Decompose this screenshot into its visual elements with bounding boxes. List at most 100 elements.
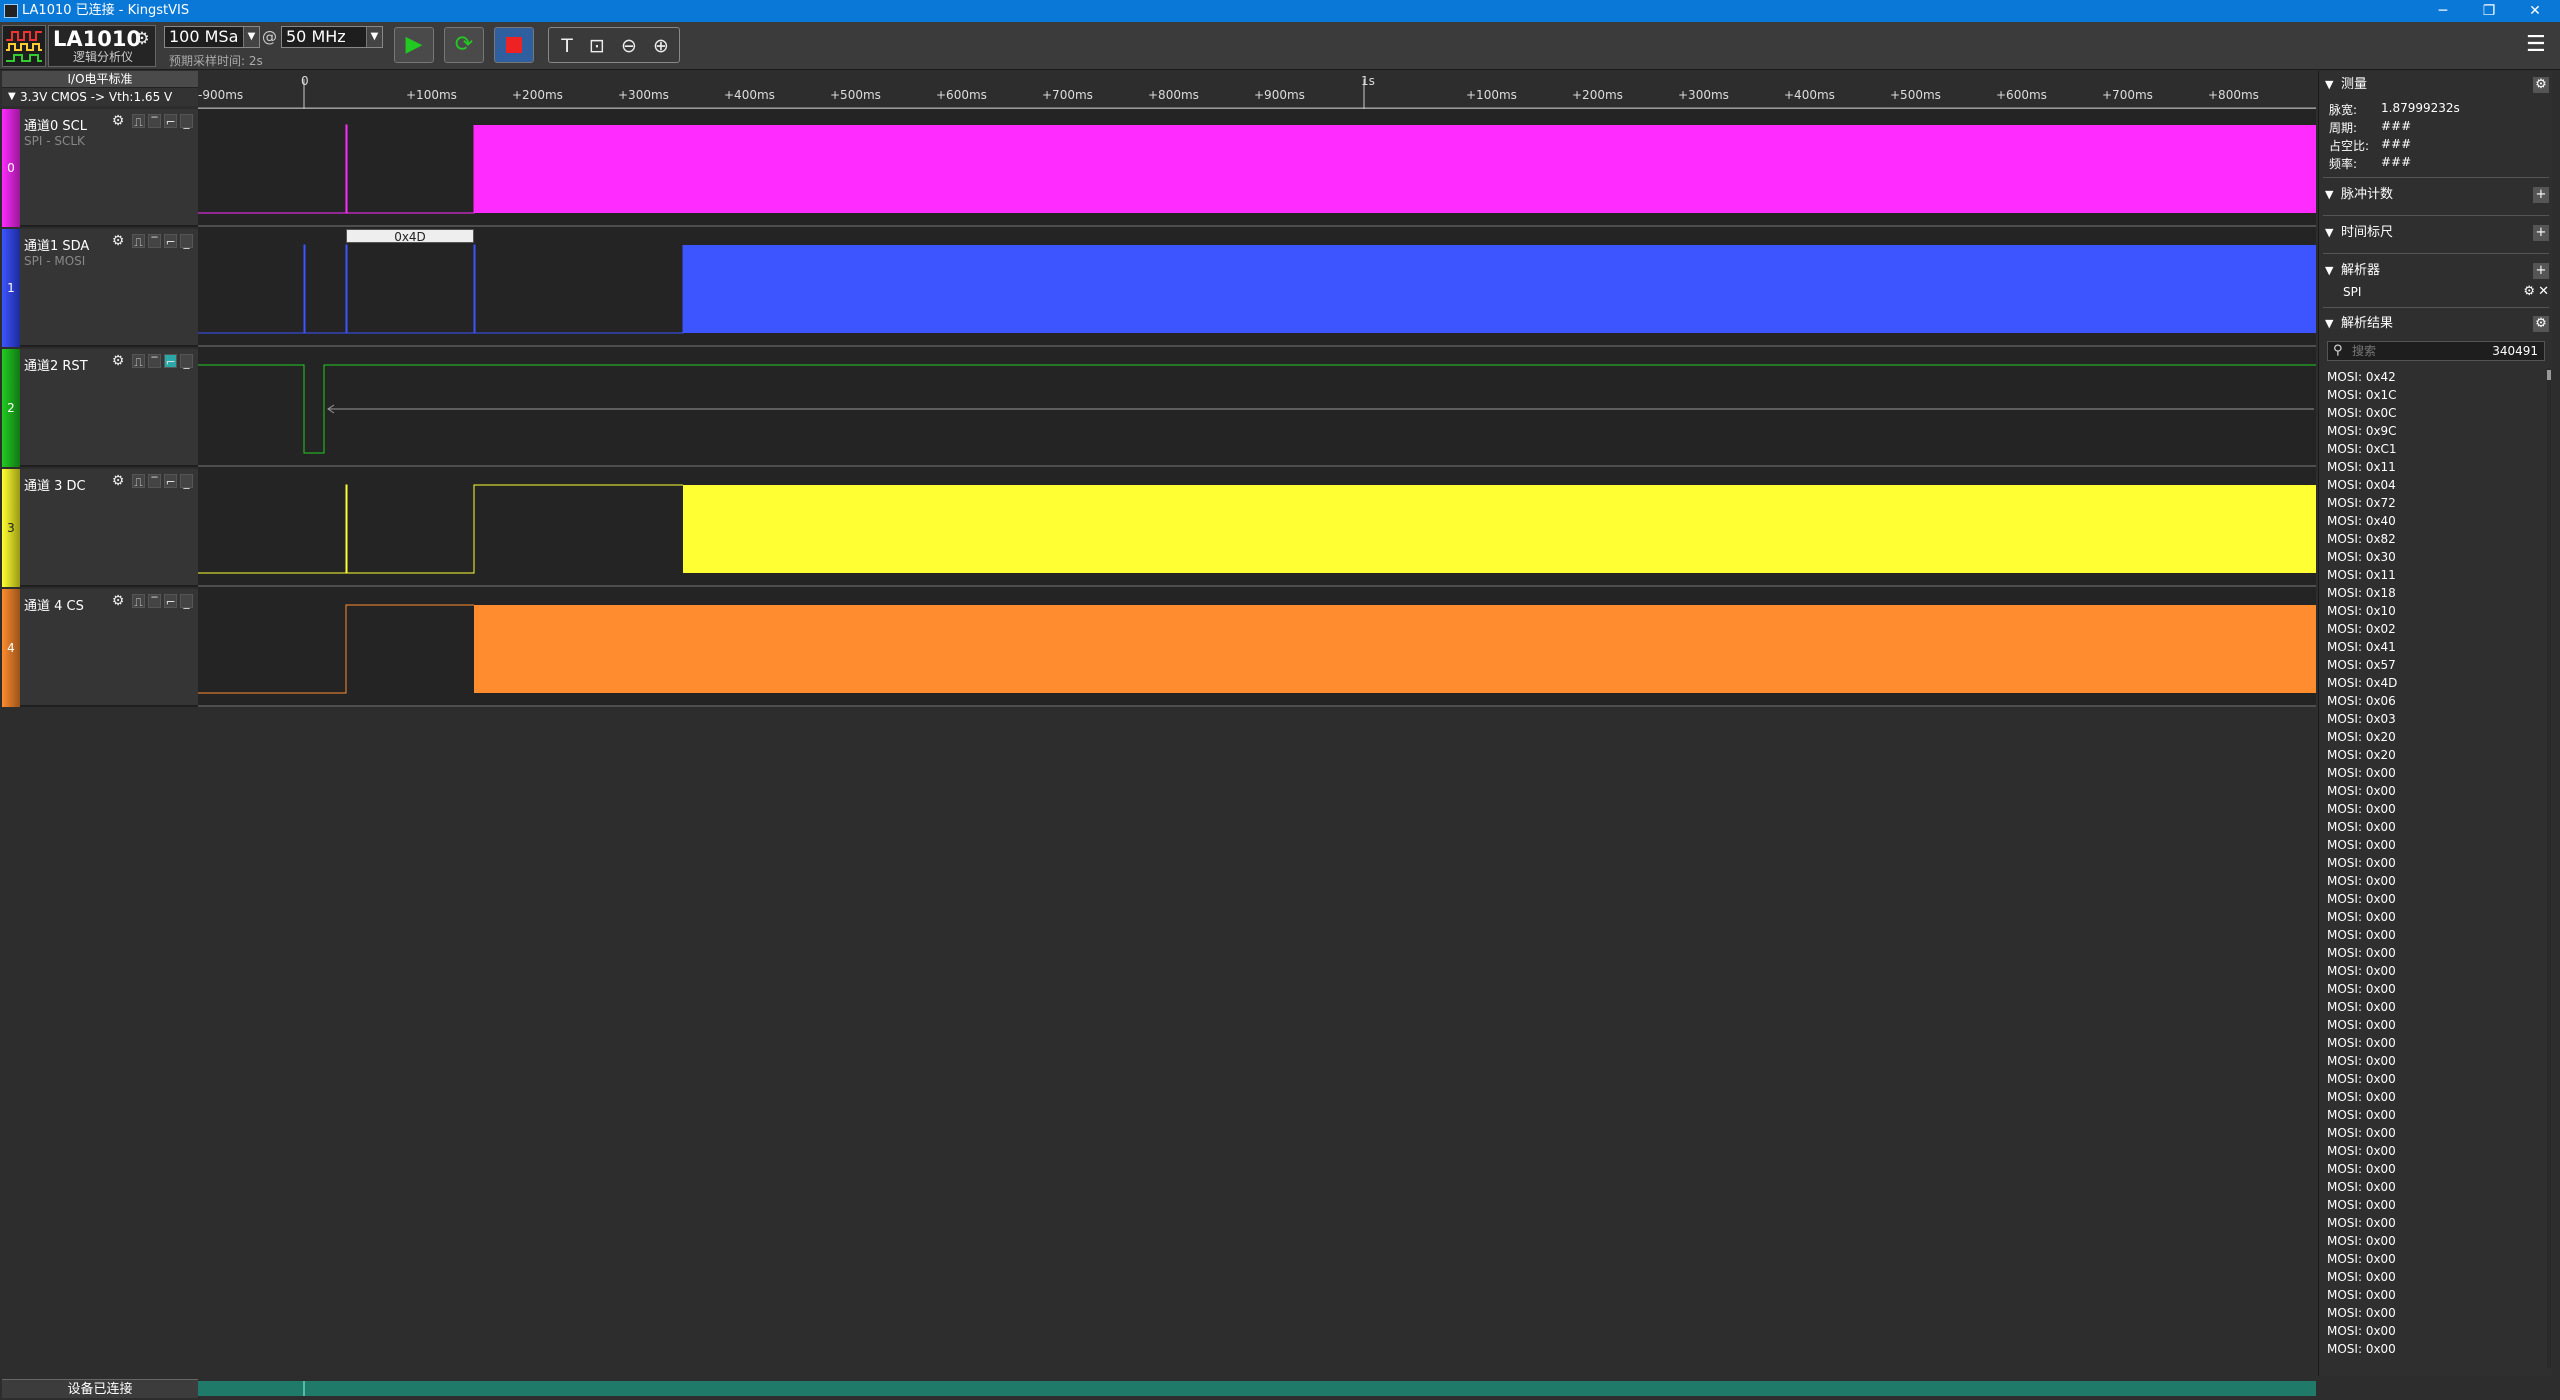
result-item[interactable]: MOSI: 0x00 — [2325, 854, 2545, 872]
result-item[interactable]: MOSI: 0x03 — [2325, 710, 2545, 728]
result-item[interactable]: MOSI: 0x02 — [2325, 620, 2545, 638]
result-item[interactable]: MOSI: 0x00 — [2325, 1052, 2545, 1070]
result-item[interactable]: MOSI: 0x1C — [2325, 386, 2545, 404]
start-button[interactable]: ▶ — [394, 27, 434, 63]
device-settings-gear-icon[interactable]: ⚙ — [132, 29, 152, 49]
close-icon[interactable]: ✕ — [2538, 282, 2549, 302]
time-ruler[interactable]: -900ms 0 +100ms +200ms +300ms +400ms +50… — [198, 71, 2316, 109]
result-item[interactable]: MOSI: 0x00 — [2325, 1214, 2545, 1232]
zoom-in-icon[interactable]: ⊕ — [647, 32, 675, 60]
high-level-trigger-icon[interactable]: ‾ — [148, 114, 161, 129]
high-level-trigger-icon[interactable]: ‾ — [148, 474, 161, 489]
gear-icon[interactable]: ⚙ — [2533, 77, 2549, 93]
results-search-input[interactable]: ⚲ 搜索 340491 — [2327, 341, 2545, 361]
channel-3-header[interactable]: 3 通道 3 DC ⚙ ⎍ ‾ ⌐ _ — [2, 469, 198, 587]
results-section-header[interactable]: ▼ 解析结果 ⚙ — [2319, 314, 2553, 334]
zoom-out-icon[interactable]: ⊖ — [615, 32, 643, 60]
restore-button[interactable]: ❐ — [2466, 0, 2512, 22]
text-tool-icon[interactable]: T — [553, 32, 581, 60]
zoom-region-icon[interactable]: ⊡ — [583, 32, 611, 60]
result-item[interactable]: MOSI: 0x40 — [2325, 512, 2545, 530]
gear-icon[interactable]: ⚙ — [2533, 316, 2549, 332]
result-item[interactable]: MOSI: 0x42 — [2325, 368, 2545, 386]
scrollbar-thumb[interactable] — [2547, 370, 2551, 380]
pulse-count-section-header[interactable]: ▼ 脉冲计数 + — [2319, 185, 2553, 205]
falling-edge-trigger-icon[interactable]: ⌐ — [164, 114, 177, 129]
minimize-button[interactable]: ─ — [2420, 0, 2466, 22]
channel-4-header[interactable]: 4 通道 4 CS ⚙ ⎍ ‾ ⌐ _ — [2, 589, 198, 707]
result-item[interactable]: MOSI: 0x11 — [2325, 458, 2545, 476]
result-item[interactable]: MOSI: 0x72 — [2325, 494, 2545, 512]
result-item[interactable]: MOSI: 0x0C — [2325, 404, 2545, 422]
channel-2-header[interactable]: 2 通道2 RST ⚙ ⎍ ‾ ⌐ _ — [2, 349, 198, 467]
channel-name[interactable]: 通道1 SDA — [24, 235, 89, 254]
repeat-start-button[interactable]: ⟳ — [444, 27, 484, 63]
menu-icon[interactable]: ☰ — [2526, 34, 2548, 56]
result-item[interactable]: MOSI: 0x00 — [2325, 1196, 2545, 1214]
low-level-trigger-icon[interactable]: _ — [180, 354, 193, 369]
result-item[interactable]: MOSI: 0x00 — [2325, 1304, 2545, 1322]
result-item[interactable]: MOSI: 0x00 — [2325, 872, 2545, 890]
result-item[interactable]: MOSI: 0x00 — [2325, 1034, 2545, 1052]
falling-edge-trigger-icon[interactable]: ⌐ — [164, 594, 177, 609]
result-item[interactable]: MOSI: 0x4D — [2325, 674, 2545, 692]
time-marker-section-header[interactable]: ▼ 时间标尺 + — [2319, 223, 2553, 243]
channel-settings-gear-icon[interactable]: ⚙ — [110, 353, 126, 369]
high-level-trigger-icon[interactable]: ‾ — [148, 234, 161, 249]
analyzer-section-header[interactable]: ▼ 解析器 + — [2319, 261, 2553, 281]
result-item[interactable]: MOSI: 0x10 — [2325, 602, 2545, 620]
device-panel[interactable]: LA1010 ⚙ 逻辑分析仪 — [48, 25, 156, 67]
result-item[interactable]: MOSI: 0x20 — [2325, 728, 2545, 746]
falling-edge-trigger-icon[interactable]: ⌐ — [164, 474, 177, 489]
channel-0-header[interactable]: 0 通道0 SCL SPI - SCLK ⚙ ⎍ ‾ ⌐ _ — [2, 109, 198, 227]
low-level-trigger-icon[interactable]: _ — [180, 594, 193, 609]
sample-depth-select[interactable]: 100 MSa ▼ — [164, 26, 260, 48]
high-level-trigger-icon[interactable]: ‾ — [148, 354, 161, 369]
result-item[interactable]: MOSI: 0x9C — [2325, 422, 2545, 440]
result-item[interactable]: MOSI: 0x57 — [2325, 656, 2545, 674]
result-item[interactable]: MOSI: 0x00 — [2325, 1016, 2545, 1034]
result-item[interactable]: MOSI: 0x00 — [2325, 1160, 2545, 1178]
rising-edge-trigger-icon[interactable]: ⎍ — [132, 114, 145, 129]
result-item[interactable]: MOSI: 0x00 — [2325, 818, 2545, 836]
sample-rate-select[interactable]: 50 MHz ▼ — [281, 26, 383, 48]
results-scrollbar[interactable] — [2547, 368, 2551, 1368]
result-item[interactable]: MOSI: 0xC1 — [2325, 440, 2545, 458]
low-level-trigger-icon[interactable]: _ — [180, 234, 193, 249]
result-item[interactable]: MOSI: 0x04 — [2325, 476, 2545, 494]
gear-icon[interactable]: ⚙ — [2523, 282, 2535, 302]
channel-1-header[interactable]: 1 通道1 SDA SPI - MOSI ⚙ ⎍ ‾ ⌐ _ — [2, 229, 198, 347]
result-item[interactable]: MOSI: 0x30 — [2325, 548, 2545, 566]
result-item[interactable]: MOSI: 0x00 — [2325, 908, 2545, 926]
plus-icon[interactable]: + — [2533, 187, 2549, 203]
overview-bar[interactable] — [198, 1381, 2316, 1396]
result-item[interactable]: MOSI: 0x00 — [2325, 1178, 2545, 1196]
result-item[interactable]: MOSI: 0x00 — [2325, 998, 2545, 1016]
plus-icon[interactable]: + — [2533, 225, 2549, 241]
result-item[interactable]: MOSI: 0x00 — [2325, 962, 2545, 980]
result-item[interactable]: MOSI: 0x41 — [2325, 638, 2545, 656]
stop-button[interactable] — [494, 27, 534, 63]
result-item[interactable]: MOSI: 0x00 — [2325, 1124, 2545, 1142]
channel-settings-gear-icon[interactable]: ⚙ — [110, 593, 126, 609]
channel-settings-gear-icon[interactable]: ⚙ — [110, 473, 126, 489]
result-item[interactable]: MOSI: 0x00 — [2325, 890, 2545, 908]
plus-icon[interactable]: + — [2533, 263, 2549, 279]
channel-name[interactable]: 通道2 RST — [24, 355, 88, 374]
channel-name[interactable]: 通道 4 CS — [24, 595, 84, 614]
results-list[interactable]: MOSI: 0x42 MOSI: 0x1C MOSI: 0x0C MOSI: 0x9C… — [2325, 368, 2545, 1368]
close-button[interactable]: ✕ — [2512, 0, 2558, 22]
result-item[interactable]: MOSI: 0x00 — [2325, 944, 2545, 962]
rising-edge-trigger-icon[interactable]: ⎍ — [132, 234, 145, 249]
result-item[interactable]: MOSI: 0x00 — [2325, 926, 2545, 944]
result-item[interactable]: MOSI: 0x00 — [2325, 800, 2545, 818]
result-item[interactable]: MOSI: 0x00 — [2325, 1106, 2545, 1124]
low-level-trigger-icon[interactable]: _ — [180, 114, 193, 129]
rising-edge-trigger-icon[interactable]: ⎍ — [132, 474, 145, 489]
rising-edge-trigger-icon[interactable]: ⎍ — [132, 594, 145, 609]
result-item[interactable]: MOSI: 0x00 — [2325, 1070, 2545, 1088]
result-item[interactable]: MOSI: 0x11 — [2325, 566, 2545, 584]
result-item[interactable]: MOSI: 0x06 — [2325, 692, 2545, 710]
rising-edge-trigger-icon[interactable]: ⎍ — [132, 354, 145, 369]
high-level-trigger-icon[interactable]: ‾ — [148, 594, 161, 609]
